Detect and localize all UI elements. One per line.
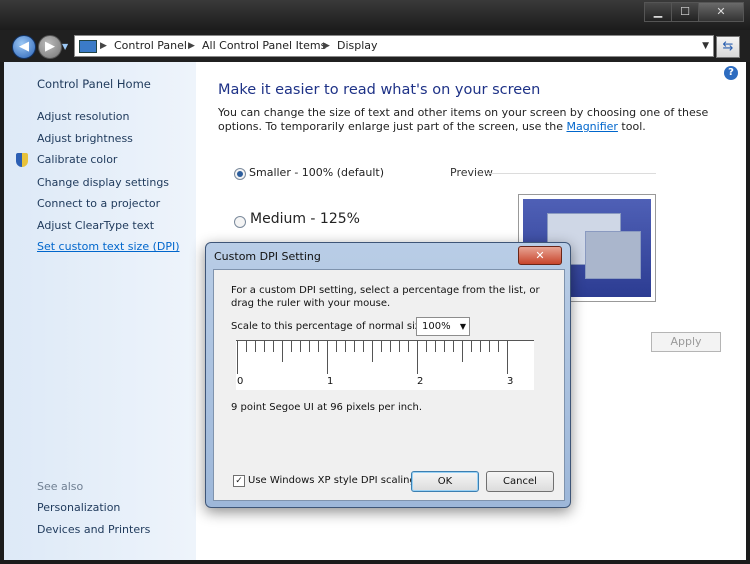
option-smaller-label[interactable]: Smaller - 100% (default) bbox=[249, 166, 384, 179]
dialog-body: For a custom DPI setting, select a perce… bbox=[213, 269, 565, 501]
sidebar-item-devices-printers[interactable]: Devices and Printers bbox=[37, 523, 150, 536]
ruler-tick bbox=[444, 340, 445, 352]
scale-label: Scale to this percentage of normal size: bbox=[231, 321, 430, 332]
refresh-icon: ⇆ bbox=[722, 39, 734, 54]
ruler-tick bbox=[471, 340, 472, 352]
sidebar-item-adjust-brightness[interactable]: Adjust brightness bbox=[37, 132, 133, 145]
ruler-tick bbox=[300, 340, 301, 352]
radio-medium[interactable] bbox=[234, 216, 246, 228]
address-dropdown-icon[interactable]: ▼ bbox=[702, 36, 709, 56]
shield-icon bbox=[16, 153, 28, 167]
title-bar: ▁ ☐ ✕ bbox=[0, 0, 750, 30]
minimize-button[interactable]: ▁ bbox=[644, 2, 672, 22]
sidebar-item-calibrate-color[interactable]: Calibrate color bbox=[37, 153, 117, 166]
ruler-tick bbox=[417, 340, 418, 374]
ruler-label-1: 1 bbox=[327, 376, 334, 387]
forward-arrow-icon: ▶ bbox=[45, 39, 55, 54]
description-text-end: tool. bbox=[617, 120, 646, 133]
radio-smaller[interactable] bbox=[234, 168, 246, 180]
option-medium-label[interactable]: Medium - 125% bbox=[250, 211, 360, 227]
xp-scaling-checkbox[interactable]: ✓ bbox=[233, 475, 245, 487]
help-icon[interactable]: ? bbox=[724, 66, 738, 80]
ruler-tick bbox=[282, 340, 283, 362]
breadcrumb-control-panel[interactable]: Control Panel bbox=[114, 36, 187, 56]
breadcrumb-separator-icon: ▶ bbox=[188, 41, 195, 51]
control-panel-window: ▁ ☐ ✕ ◀ ▶ ▼ ▶ Control Panel ▶ All Contro… bbox=[0, 0, 750, 564]
apply-button[interactable]: Apply bbox=[651, 332, 721, 352]
sidebar-item-control-panel-home[interactable]: Control Panel Home bbox=[37, 77, 151, 91]
xp-scaling-label[interactable]: Use Windows XP style DPI scaling bbox=[248, 475, 416, 486]
ruler-tick bbox=[390, 340, 391, 352]
ruler-tick bbox=[381, 340, 382, 352]
dialog-close-button[interactable]: ✕ bbox=[518, 246, 562, 265]
back-button[interactable]: ◀ bbox=[12, 35, 36, 59]
ruler-tick bbox=[498, 340, 499, 352]
dpi-info-text: 9 point Segoe UI at 96 pixels per inch. bbox=[231, 402, 423, 413]
ruler-tick bbox=[309, 340, 310, 352]
refresh-button[interactable]: ⇆ bbox=[716, 36, 740, 58]
ruler-label-0: 0 bbox=[237, 376, 244, 387]
breadcrumb-separator-icon: ▶ bbox=[100, 41, 107, 51]
preview-divider bbox=[486, 173, 656, 174]
ruler-tick bbox=[354, 340, 355, 352]
chevron-down-icon: ▼ bbox=[459, 322, 466, 331]
close-window-button[interactable]: ✕ bbox=[698, 2, 744, 22]
maximize-button[interactable]: ☐ bbox=[671, 2, 699, 22]
recent-pages-button[interactable]: ▼ bbox=[62, 42, 68, 51]
dialog-title: Custom DPI Setting bbox=[214, 250, 321, 263]
ruler-tick bbox=[255, 340, 256, 352]
chevron-down-icon: ▼ bbox=[62, 42, 69, 51]
page-description: You can change the size of text and othe… bbox=[218, 106, 728, 134]
sidebar-item-change-display-settings[interactable]: Change display settings bbox=[37, 176, 169, 189]
cancel-button[interactable]: Cancel bbox=[486, 471, 554, 492]
magnifier-link[interactable]: Magnifier bbox=[566, 120, 617, 133]
navigation-bar: ◀ ▶ ▼ ▶ Control Panel ▶ All Control Pane… bbox=[0, 30, 750, 62]
ruler-tick bbox=[480, 340, 481, 352]
ruler-tick bbox=[408, 340, 409, 352]
ruler-tick bbox=[489, 340, 490, 352]
sidebar-item-adjust-cleartype[interactable]: Adjust ClearType text bbox=[37, 219, 154, 232]
ruler-label-3: 3 bbox=[507, 376, 514, 387]
ruler-tick bbox=[462, 340, 463, 362]
ruler-tick bbox=[372, 340, 373, 362]
ruler-tick bbox=[399, 340, 400, 352]
ruler-tick bbox=[507, 340, 508, 374]
ok-button[interactable]: OK bbox=[411, 471, 479, 492]
breadcrumb-all-items[interactable]: All Control Panel Items bbox=[202, 36, 326, 56]
scale-percentage-value: 100% bbox=[422, 321, 451, 332]
breadcrumb-display[interactable]: Display bbox=[337, 36, 378, 56]
ruler-tick bbox=[453, 340, 454, 352]
ruler-tick bbox=[426, 340, 427, 352]
ruler-label-2: 2 bbox=[417, 376, 424, 387]
ruler-tick bbox=[318, 340, 319, 352]
address-bar[interactable]: ▶ Control Panel ▶ All Control Panel Item… bbox=[74, 35, 714, 57]
ruler-tick bbox=[291, 340, 292, 352]
scale-percentage-select[interactable]: 100% ▼ bbox=[416, 317, 470, 336]
sidebar-item-set-custom-dpi[interactable]: Set custom text size (DPI) bbox=[37, 240, 180, 253]
ruler-tick bbox=[435, 340, 436, 352]
see-also-heading: See also bbox=[37, 480, 84, 493]
sidebar-item-connect-projector[interactable]: Connect to a projector bbox=[37, 197, 160, 210]
forward-button[interactable]: ▶ bbox=[38, 35, 62, 59]
ruler-tick bbox=[363, 340, 364, 352]
back-arrow-icon: ◀ bbox=[19, 39, 29, 54]
sidebar-item-personalization[interactable]: Personalization bbox=[37, 501, 120, 514]
ruler-tick bbox=[345, 340, 346, 352]
breadcrumb-separator-icon: ▶ bbox=[323, 41, 330, 51]
dialog-instructions: For a custom DPI setting, select a perce… bbox=[231, 285, 540, 309]
control-panel-icon bbox=[79, 40, 97, 53]
custom-dpi-dialog: Custom DPI Setting ✕ For a custom DPI se… bbox=[205, 242, 571, 508]
dpi-ruler[interactable]: 0 1 2 3 bbox=[236, 340, 534, 390]
ruler-tick bbox=[237, 340, 238, 374]
ruler-tick bbox=[264, 340, 265, 352]
ruler-tick bbox=[327, 340, 328, 374]
page-title: Make it easier to read what's on your sc… bbox=[218, 82, 541, 98]
task-pane: Control Panel Home Adjust resolution Adj… bbox=[4, 62, 196, 560]
ruler-tick bbox=[246, 340, 247, 352]
sidebar-item-adjust-resolution[interactable]: Adjust resolution bbox=[37, 110, 130, 123]
caption-buttons: ▁ ☐ ✕ bbox=[644, 2, 744, 22]
ruler-tick bbox=[273, 340, 274, 352]
preview-window bbox=[585, 231, 641, 279]
ruler-tick bbox=[336, 340, 337, 352]
